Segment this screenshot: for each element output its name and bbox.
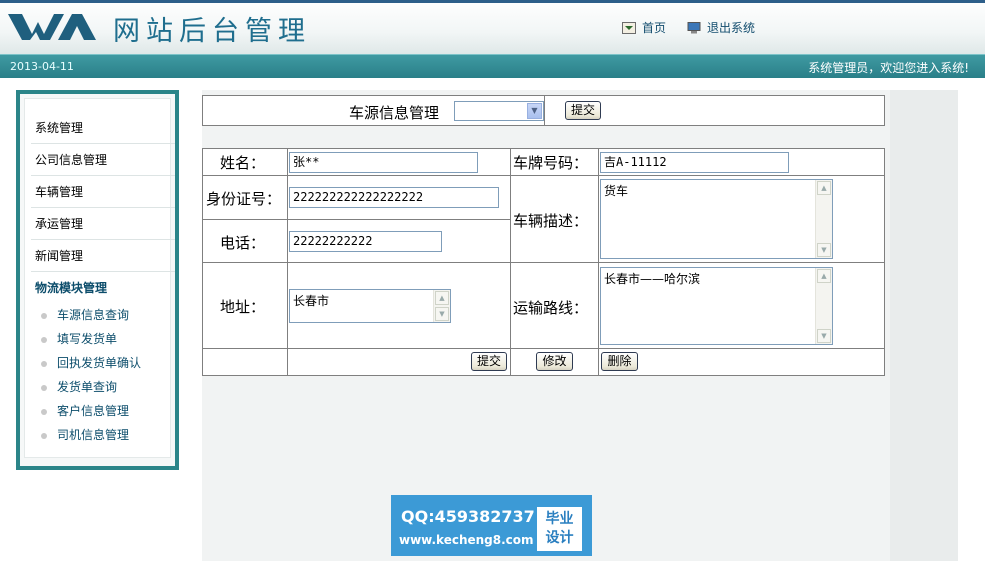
logout-link-label: 退出系统 — [707, 21, 756, 35]
scrollbar[interactable]: ▲ ▼ — [815, 268, 832, 344]
submit-button[interactable]: 提交 — [471, 352, 507, 371]
badge-tag-line2: 设计 — [545, 530, 574, 546]
logo-icon — [8, 14, 96, 40]
header-bar: 网站后台管理 首页 退出系统 — [0, 0, 985, 54]
sidebar-item-carriage[interactable]: 承运管理 — [31, 209, 175, 240]
id-number-label: 身份证号： — [206, 190, 282, 208]
subitem-label: 回执发货单确认 — [57, 356, 142, 370]
phone-input[interactable]: 22222222222 — [289, 231, 442, 252]
monitor-icon — [687, 21, 701, 33]
home-icon — [622, 21, 636, 34]
subitem-label: 司机信息管理 — [57, 428, 130, 442]
grid-line — [203, 219, 510, 220]
subitem-customer-info[interactable]: 客户信息管理 — [41, 400, 129, 422]
badge-tag-line1: 毕业 — [545, 511, 574, 527]
home-link[interactable]: 首页 — [622, 19, 666, 36]
address-label: 地址： — [220, 298, 266, 316]
sidebar-menu: 系统管理 公司信息管理 车辆管理 承运管理 新闻管理 物流模块管理 车源信息查询… — [24, 98, 175, 458]
route-label: 运输路线： — [513, 299, 589, 317]
vehicle-source-select[interactable]: ▼ — [454, 101, 544, 121]
home-link-label: 首页 — [642, 21, 667, 35]
vehicle-desc-textarea[interactable]: 货车 ▲ ▼ — [600, 179, 833, 259]
scroll-up-icon[interactable]: ▲ — [817, 181, 831, 195]
subitem-label: 填写发货单 — [57, 332, 118, 346]
bullet-icon — [41, 432, 47, 439]
scroll-down-icon[interactable]: ▼ — [817, 329, 831, 343]
plate-input[interactable]: 吉A-11112 — [600, 152, 789, 173]
id-number-input[interactable]: 222222222222222222 — [289, 187, 499, 208]
address-textarea[interactable]: 长春市 ▲ ▼ — [289, 289, 451, 323]
watermark-badge: QQ:459382737 www.kecheng8.com 毕业 设计 — [391, 495, 592, 556]
toolbar-title: 车源信息管理 — [349, 104, 440, 122]
subitem-receipt-confirm[interactable]: 回执发货单确认 — [41, 352, 141, 374]
subitem-shipment-query[interactable]: 发货单查询 — [41, 376, 117, 398]
scroll-down-icon[interactable]: ▼ — [817, 243, 831, 257]
scroll-up-icon[interactable]: ▲ — [435, 291, 449, 305]
grid-line — [203, 262, 884, 263]
address-text: 长春市 — [293, 294, 330, 308]
subitem-label: 客户信息管理 — [57, 404, 130, 418]
sidebar-item-system[interactable]: 系统管理 — [31, 113, 175, 144]
subitem-label: 车源信息查询 — [57, 308, 130, 322]
route-text: 长春市——哈尔滨 — [604, 272, 701, 286]
name-input[interactable]: 张** — [289, 152, 478, 173]
sidebar-item-vehicles[interactable]: 车辆管理 — [31, 177, 175, 208]
grid-line — [203, 348, 884, 349]
vehicle-desc-text: 货车 — [604, 184, 629, 198]
sidebar-item-news[interactable]: 新闻管理 — [31, 241, 175, 272]
phone-label: 电话： — [220, 234, 266, 252]
scrollbar[interactable]: ▲ ▼ — [815, 180, 832, 258]
sidebar-item-company[interactable]: 公司信息管理 — [31, 145, 175, 176]
welcome-message: 系统管理员，欢迎您进入系统! — [808, 61, 969, 75]
bullet-icon — [41, 408, 47, 415]
vehicle-form: 姓名： 张** 车牌号码： 吉A-11112 身份证号： 22222222222… — [202, 148, 885, 376]
logout-link[interactable]: 退出系统 — [687, 19, 755, 36]
subitem-fill-shipment[interactable]: 填写发货单 — [41, 328, 117, 350]
status-bar: 2013-04-11 系统管理员，欢迎您进入系统! — [0, 54, 985, 78]
bullet-icon — [41, 360, 47, 367]
bullet-icon — [41, 312, 47, 319]
toolbar-divider — [544, 96, 545, 125]
date-display: 2013-04-11 — [10, 60, 74, 73]
bullet-icon — [41, 384, 47, 391]
name-label: 姓名： — [220, 154, 266, 172]
scroll-up-icon[interactable]: ▲ — [817, 269, 831, 283]
subitem-label: 发货单查询 — [57, 380, 118, 394]
vehicle-desc-label: 车辆描述： — [513, 212, 589, 230]
sidebar: 系统管理 公司信息管理 车辆管理 承运管理 新闻管理 物流模块管理 车源信息查询… — [16, 90, 179, 470]
subitem-driver-info[interactable]: 司机信息管理 — [41, 424, 129, 446]
badge-qq: QQ:459382737 — [401, 507, 535, 526]
bullet-icon — [41, 336, 47, 343]
grid-line — [203, 175, 884, 176]
toolbar: 车源信息管理 ▼ 提交 — [202, 95, 885, 126]
site-title: 网站后台管理 — [113, 16, 311, 47]
badge-tag: 毕业 设计 — [537, 507, 582, 551]
badge-url: www.kecheng8.com — [399, 533, 534, 547]
sidebar-section-logistics[interactable]: 物流模块管理 — [31, 273, 175, 304]
subitem-vehicle-source-query[interactable]: 车源信息查询 — [41, 304, 129, 326]
header-top-line — [0, 0, 985, 3]
plate-label: 车牌号码： — [513, 154, 589, 172]
route-textarea[interactable]: 长春市——哈尔滨 ▲ ▼ — [600, 267, 833, 345]
scrollbar[interactable]: ▲ ▼ — [433, 290, 450, 322]
main-right-panel — [890, 90, 958, 561]
chevron-down-icon[interactable]: ▼ — [527, 103, 542, 119]
scroll-down-icon[interactable]: ▼ — [435, 307, 449, 321]
delete-button[interactable]: 删除 — [601, 352, 638, 371]
toolbar-submit-button[interactable]: 提交 — [565, 101, 601, 120]
modify-button[interactable]: 修改 — [536, 352, 573, 371]
